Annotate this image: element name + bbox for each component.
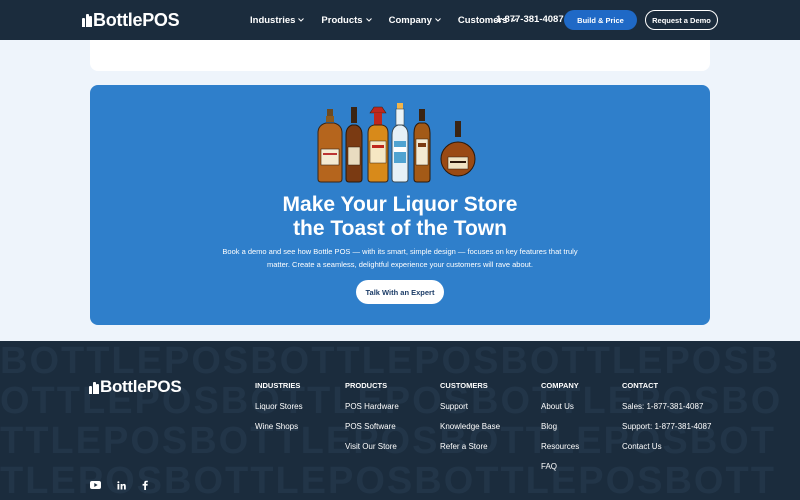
- footer-col-products: PRODUCTS POS Hardware POS Software Visit…: [345, 381, 399, 462]
- footer-heading-products: PRODUCTS: [345, 381, 388, 390]
- footer-link-visit-store[interactable]: Visit Our Store: [345, 442, 399, 451]
- footer-link-resources[interactable]: Resources: [541, 442, 579, 451]
- cta-description-line2: matter. Create a seamless, delightful ex…: [267, 260, 533, 269]
- footer-link-liquor-stores[interactable]: Liquor Stores: [255, 402, 303, 411]
- footer-link-wine-shops[interactable]: Wine Shops: [255, 422, 303, 431]
- footer-logo[interactable]: BottlePOS: [89, 376, 182, 398]
- bottle-logo-icon: [82, 13, 92, 27]
- facebook-icon[interactable]: [142, 480, 148, 490]
- cta-heading: Make Your Liquor Store the Toast of the …: [90, 193, 710, 241]
- talk-with-expert-button[interactable]: Talk With an Expert: [356, 280, 444, 304]
- nav-company-label: Company: [388, 14, 432, 26]
- header-phone-link[interactable]: 1-877-381-4087: [496, 14, 564, 25]
- site-footer: BOTTLEPOSBOTTLEPOSBOTTLEPOSBOTTLEPOSBOTT…: [0, 341, 800, 500]
- footer-link-about-us[interactable]: About Us: [541, 402, 579, 411]
- nav-company[interactable]: Company: [389, 15, 441, 26]
- cta-heading-line2: the Toast of the Town: [293, 217, 507, 240]
- footer-link-support-phone[interactable]: Support: 1-877-381-4087: [622, 422, 711, 431]
- youtube-icon[interactable]: [90, 481, 101, 489]
- cta-description-line1: Book a demo and see how Bottle POS — wit…: [222, 247, 578, 256]
- linkedin-icon[interactable]: [117, 480, 126, 490]
- bottle-logo-icon: [89, 381, 99, 394]
- content-card: [90, 40, 710, 71]
- request-demo-button[interactable]: Request a Demo: [645, 10, 718, 30]
- footer-col-company: COMPANY About Us Blog Resources FAQ: [541, 381, 579, 482]
- footer-col-industries: INDUSTRIES Liquor Stores Wine Shops: [255, 381, 303, 442]
- footer-link-faq[interactable]: FAQ: [541, 462, 579, 471]
- main-nav: Industries Products Company Customers: [250, 0, 534, 40]
- footer-link-knowledge-base[interactable]: Knowledge Base: [440, 422, 500, 431]
- site-header: BottlePOS Industries Products Company Cu…: [0, 0, 800, 40]
- footer-heading-industries: INDUSTRIES: [255, 381, 301, 390]
- social-links: [90, 480, 164, 490]
- nav-industries[interactable]: Industries: [250, 14, 305, 26]
- nav-products-label: Products: [321, 14, 363, 26]
- liquor-bottles-illustration: [317, 103, 476, 183]
- nav-industries-label: Industries: [250, 14, 296, 26]
- footer-link-pos-software[interactable]: POS Software: [345, 422, 399, 431]
- footer-link-sales-phone[interactable]: Sales: 1-877-381-4087: [622, 402, 711, 411]
- cta-banner: Make Your Liquor Store the Toast of the …: [90, 85, 710, 325]
- chevron-down-icon: [298, 18, 305, 22]
- build-price-button[interactable]: Build & Price: [564, 10, 637, 30]
- chevron-down-icon: [365, 18, 372, 22]
- footer-col-contact: CONTACT Sales: 1-877-381-4087 Support: 1…: [622, 381, 711, 462]
- footer-logo-text: BottlePOS: [100, 377, 182, 396]
- footer-link-support[interactable]: Support: [440, 402, 500, 411]
- footer-link-refer-store[interactable]: Refer a Store: [440, 442, 500, 451]
- logo-text: BottlePOS: [93, 9, 180, 30]
- cta-description: Book a demo and see how Bottle POS — wit…: [205, 245, 595, 271]
- footer-link-blog[interactable]: Blog: [541, 422, 579, 431]
- footer-link-pos-hardware[interactable]: POS Hardware: [345, 402, 399, 411]
- footer-heading-company: COMPANY: [541, 381, 579, 390]
- footer-heading-contact: CONTACT: [622, 381, 659, 390]
- site-logo[interactable]: BottlePOS: [82, 9, 180, 31]
- chevron-down-icon: [435, 18, 441, 22]
- footer-heading-customers: CUSTOMERS: [440, 381, 488, 390]
- cta-heading-line1: Make Your Liquor Store: [282, 193, 518, 216]
- nav-products[interactable]: Products: [321, 14, 372, 26]
- footer-col-customers: CUSTOMERS Support Knowledge Base Refer a…: [440, 381, 500, 462]
- footer-link-contact-us[interactable]: Contact Us: [622, 442, 711, 451]
